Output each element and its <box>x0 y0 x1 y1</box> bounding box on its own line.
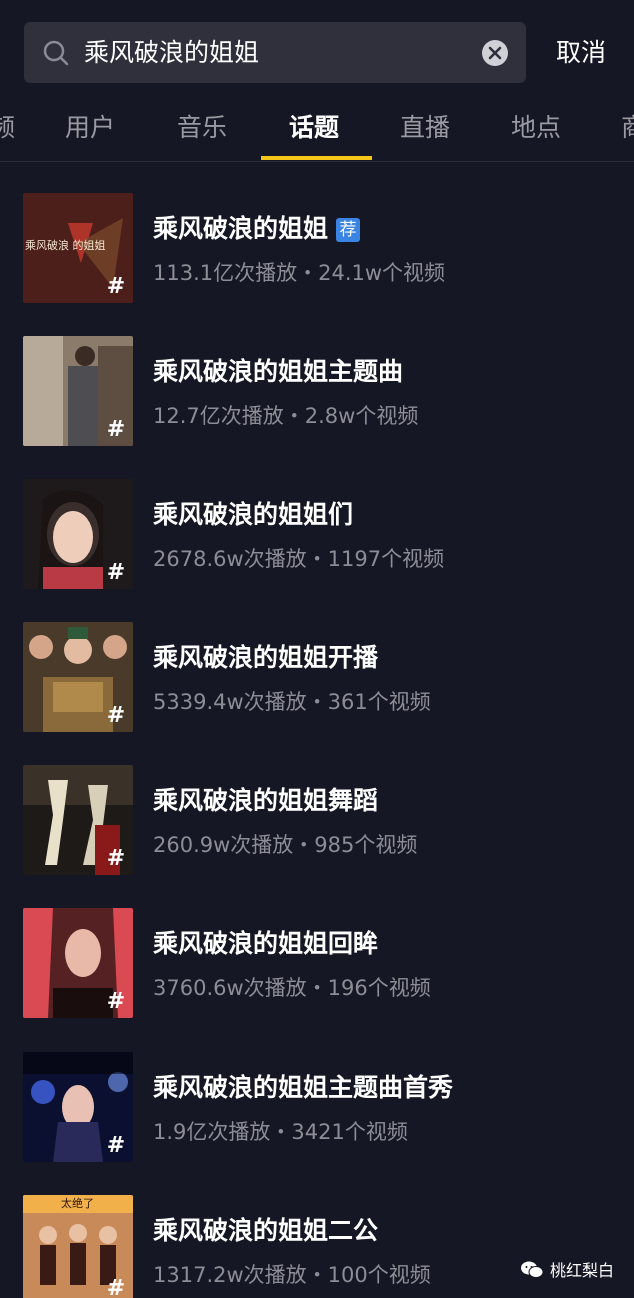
hashtag-icon: # <box>106 1133 126 1158</box>
hashtag-icon: # <box>106 417 126 442</box>
topic-stats: 260.9w次播放・985个视频 <box>153 833 418 857</box>
active-tab-indicator <box>261 156 372 160</box>
cancel-button[interactable]: 取消 <box>548 22 614 83</box>
search-box[interactable] <box>24 22 526 83</box>
topic-stats: 2678.6w次播放・1197个视频 <box>153 547 445 571</box>
topic-thumbnail: # <box>23 765 133 875</box>
topic-title: 乘风破浪的姐姐主题曲 <box>153 357 404 386</box>
topic-thumbnail: # <box>23 622 133 732</box>
search-header: 取消 <box>0 0 634 100</box>
topic-thumbnail: # <box>23 336 133 446</box>
topic-stats: 1317.2w次播放・100个视频 <box>153 1263 431 1287</box>
thumbnail-caption: 太绝了 <box>61 1197 94 1210</box>
topic-thumbnail: # <box>23 479 133 589</box>
recommended-badge: 荐 <box>336 218 361 242</box>
topic-item[interactable]: # 乘风破浪的姐姐回眸 3760.6w次播放・196个视频 <box>0 908 634 1020</box>
hashtag-icon: # <box>106 846 126 871</box>
tab-users[interactable]: 用户 <box>65 100 115 162</box>
topic-title: 乘风破浪的姐姐回眸 <box>153 929 379 958</box>
topic-title: 乘风破浪的姐姐二公 <box>153 1216 379 1245</box>
topic-title: 乘风破浪的姐姐开播 <box>153 643 379 672</box>
topic-thumbnail: 乘风破浪 的姐姐 # <box>23 193 133 303</box>
tab-live[interactable]: 直播 <box>400 100 450 162</box>
topic-thumbnail: # <box>23 1052 133 1162</box>
thumbnail-caption: 乘风破浪 的姐姐 <box>25 239 106 252</box>
tab-music[interactable]: 音乐 <box>177 100 227 162</box>
tab-shop[interactable]: 商 <box>621 100 634 162</box>
hashtag-icon: # <box>106 1276 126 1298</box>
clear-icon[interactable] <box>481 39 509 67</box>
topic-item[interactable]: # 乘风破浪的姐姐主题曲首秀 1.9亿次播放・3421个视频 <box>0 1052 634 1164</box>
topic-stats: 12.7亿次播放・2.8w个视频 <box>153 404 419 428</box>
topic-item[interactable]: # 乘风破浪的姐姐们 2678.6w次播放・1197个视频 <box>0 479 634 591</box>
topic-title: 乘风破浪的姐姐主题曲首秀 <box>153 1073 454 1102</box>
watermark: 桃红梨白 <box>520 1257 614 1283</box>
tab-topics[interactable]: 话题 <box>289 100 339 162</box>
topic-thumbnail: 太绝了 # <box>23 1195 133 1298</box>
search-icon <box>43 40 69 66</box>
topic-stats: 5339.4w次播放・361个视频 <box>153 690 431 714</box>
topic-item[interactable]: # 乘风破浪的姐姐开播 5339.4w次播放・361个视频 <box>0 622 634 734</box>
hashtag-icon: # <box>106 989 126 1014</box>
topic-item[interactable]: 乘风破浪 的姐姐 # 乘风破浪的姐姐荐 113.1亿次播放・24.1w个视频 <box>0 193 634 305</box>
topic-item[interactable]: # 乘风破浪的姐姐舞蹈 260.9w次播放・985个视频 <box>0 765 634 877</box>
wechat-icon <box>521 1261 544 1278</box>
topic-title: 乘风破浪的姐姐舞蹈 <box>153 786 379 815</box>
topic-title: 乘风破浪的姐姐们 <box>153 500 354 529</box>
topic-title: 乘风破浪的姐姐荐 <box>153 209 361 245</box>
tab-video[interactable]: 频 <box>0 100 15 162</box>
category-tabs: 频 用户 音乐 话题 直播 地点 商 <box>0 100 634 162</box>
hashtag-icon: # <box>106 274 126 299</box>
hashtag-icon: # <box>106 703 126 728</box>
topic-stats: 1.9亿次播放・3421个视频 <box>153 1120 408 1144</box>
topic-thumbnail: # <box>23 908 133 1018</box>
search-results-page: 取消 频 用户 音乐 话题 直播 地点 商 乘风破浪 的姐姐 # 乘风破浪的姐姐… <box>0 0 634 1298</box>
tab-places[interactable]: 地点 <box>511 100 561 162</box>
hashtag-icon: # <box>106 560 126 585</box>
topic-stats: 3760.6w次播放・196个视频 <box>153 976 431 1000</box>
topic-item[interactable]: # 乘风破浪的姐姐主题曲 12.7亿次播放・2.8w个视频 <box>0 336 634 448</box>
topic-stats: 113.1亿次播放・24.1w个视频 <box>153 261 446 285</box>
search-input[interactable] <box>84 22 474 83</box>
